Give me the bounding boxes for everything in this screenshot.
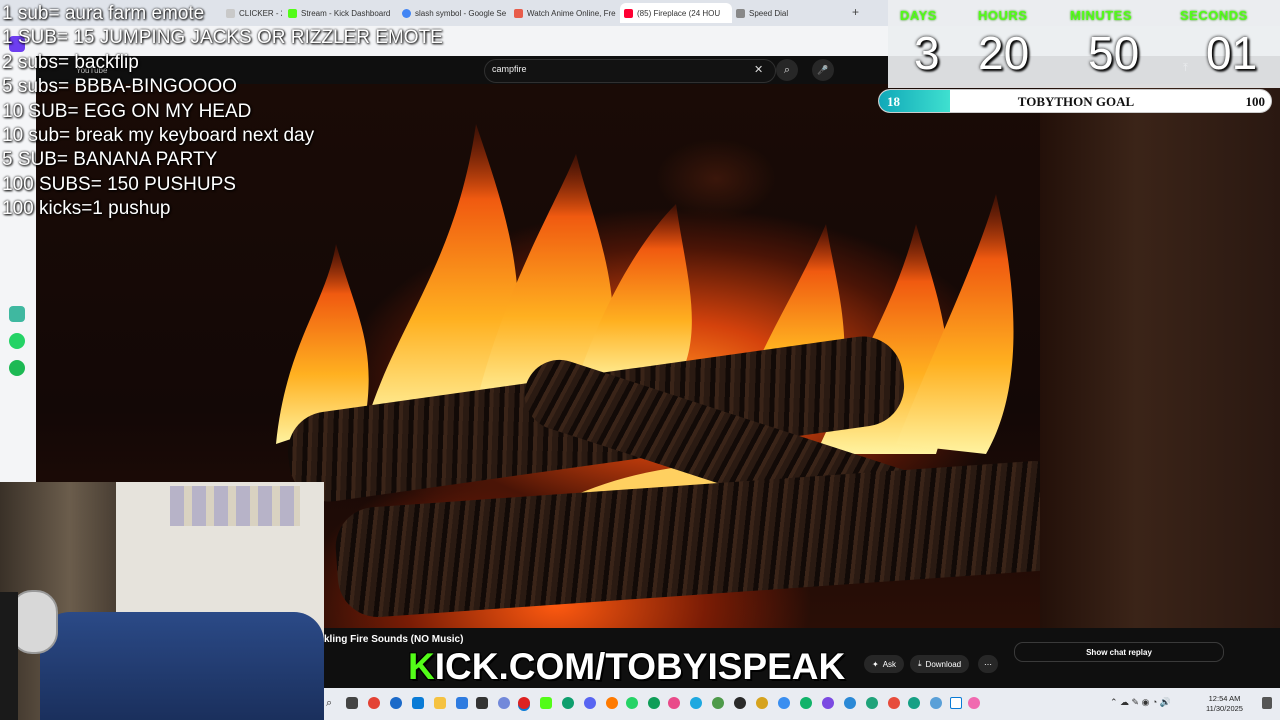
- goal-title: TOBYTHON GOAL: [1017, 94, 1135, 109]
- app-taskbar-icon-16[interactable]: [908, 697, 920, 709]
- app-taskbar-icon-5[interactable]: [668, 697, 680, 709]
- webcam-posters: [170, 486, 300, 526]
- webcam-chair: [0, 592, 18, 720]
- goal-current-value: 18: [887, 94, 900, 109]
- app-taskbar-icon-18[interactable]: [950, 697, 962, 709]
- steam-taskbar-icon[interactable]: [390, 697, 402, 709]
- video-title: kling Fire Sounds (NO Music): [324, 634, 464, 645]
- more-actions-button[interactable]: ⋯: [978, 655, 998, 673]
- new-tab-button[interactable]: +: [852, 5, 859, 19]
- show-chat-replay-button[interactable]: Show chat replay: [1014, 642, 1224, 662]
- sub-goal-item: 100 SUBS= 150 PUSHUPS: [2, 173, 236, 195]
- spotify-icon[interactable]: [9, 360, 25, 376]
- countdown-days-value: 3: [914, 27, 940, 79]
- tab-anime[interactable]: Watch Anime Online, Fre: [514, 3, 618, 23]
- explorer-taskbar-icon[interactable]: [434, 697, 446, 709]
- clear-search-icon[interactable]: ✕: [754, 63, 763, 76]
- search-icon: ⌕: [783, 63, 791, 76]
- sub-goal-item: 2 subs= backflip: [2, 51, 139, 73]
- app-taskbar-icon-6[interactable]: [690, 697, 702, 709]
- countdown-days-label: DAYS: [900, 8, 937, 23]
- countdown-minutes-label: MINUTES: [1070, 8, 1132, 23]
- edge-taskbar-icon[interactable]: [412, 697, 424, 709]
- sub-goal-item: 5 subs= BBBA-BINGOOOO: [2, 76, 237, 98]
- countdown-hours-value: 20: [978, 27, 1030, 79]
- app-taskbar-icon-3[interactable]: [606, 697, 618, 709]
- store-taskbar-icon[interactable]: [456, 697, 468, 709]
- chatgpt-icon[interactable]: [9, 306, 25, 322]
- search-taskbar-icon[interactable]: ⌕: [326, 697, 338, 709]
- tab-speed-dial[interactable]: Speed Dial: [736, 3, 816, 23]
- sub-goal-item: 1 sub= aura farm emote: [2, 3, 205, 24]
- speed-dial-favicon-icon: [736, 8, 745, 18]
- app-taskbar-icon-11[interactable]: [800, 697, 812, 709]
- app-taskbar-icon-13[interactable]: [844, 697, 856, 709]
- whatsapp-taskbar-icon[interactable]: [626, 697, 638, 709]
- opera-taskbar-icon[interactable]: [518, 697, 530, 709]
- search-input[interactable]: [484, 59, 776, 83]
- sub-goal-item: 1 SUB= 15 JUMPING JACKS OR RIZZLER EMOTE: [2, 27, 443, 49]
- search-input-value: campfire: [492, 64, 527, 74]
- kick-url-text: ICK.COM/TOBYISPEAK: [434, 646, 846, 687]
- task-view-icon[interactable]: [346, 697, 358, 709]
- app-taskbar-icon-10[interactable]: [778, 697, 790, 709]
- ask-button[interactable]: ✦ Ask: [864, 655, 905, 673]
- search-button[interactable]: ⌕: [776, 59, 798, 81]
- app-taskbar-icon-7[interactable]: [712, 697, 724, 709]
- app-taskbar-icon-8[interactable]: [734, 697, 746, 709]
- fireplace-frame: [1040, 84, 1280, 628]
- kick-k-letter: K: [408, 646, 435, 687]
- mic-icon: 🎤: [817, 64, 829, 75]
- notification-icon[interactable]: [1262, 697, 1272, 709]
- countdown-hours-label: HOURS: [978, 8, 1028, 23]
- app-taskbar-icon-9[interactable]: [756, 697, 768, 709]
- youtube-favicon-icon: [624, 8, 633, 18]
- app-taskbar-icon-2[interactable]: [584, 697, 596, 709]
- webcam-bed: [40, 612, 324, 720]
- system-tray-icons[interactable]: ⌃ ☁ ✎ ◉ ◔ 🔊: [1110, 697, 1171, 708]
- countdown-seconds-value: 01: [1206, 27, 1258, 79]
- app-taskbar-icon-12[interactable]: [822, 697, 834, 709]
- discord-taskbar-icon[interactable]: [498, 697, 510, 709]
- taskbar-clock[interactable]: 12:54 AM 11/30/2025: [1206, 694, 1243, 714]
- chrome-taskbar-icon[interactable]: [368, 697, 380, 709]
- webcam-feed: [0, 482, 324, 720]
- sub-goal-item: 10 sub= break my keyboard next day: [2, 125, 315, 147]
- countdown-minutes-value: 50: [1088, 27, 1140, 79]
- tobython-goal-bar: TOBYTHON GOAL 18 100: [878, 89, 1272, 113]
- tab-fireplace[interactable]: (85) Fireplace (24 HOU: [620, 3, 732, 23]
- kick-url-overlay: KICK.COM/TOBYISPEAK: [408, 646, 845, 688]
- terminal-taskbar-icon[interactable]: [476, 697, 488, 709]
- app-taskbar-icon-14[interactable]: [866, 697, 878, 709]
- download-icon: ⤓: [918, 659, 922, 668]
- sparkle-icon: ✦: [872, 659, 879, 669]
- sub-goals-list: 1 sub= aura farm emote 1 SUB= 15 JUMPING …: [2, 2, 443, 222]
- app-taskbar-icon-1[interactable]: [562, 697, 574, 709]
- sub-goal-item: 5 SUB= BANANA PARTY: [2, 149, 218, 171]
- countdown-seconds-label: SECONDS: [1180, 8, 1248, 23]
- app-taskbar-icon-17[interactable]: [930, 697, 942, 709]
- app-taskbar-icon-4[interactable]: [648, 697, 660, 709]
- voice-search-button[interactable]: 🎤: [812, 59, 834, 81]
- anime-favicon-icon: [514, 8, 523, 18]
- app-taskbar-icon-15[interactable]: [888, 697, 900, 709]
- whatsapp-icon[interactable]: [9, 333, 25, 349]
- sub-goal-item: 10 SUB= EGG ON MY HEAD: [2, 100, 252, 122]
- subathon-countdown: DAYS HOURS MINUTES SECONDS 3 20 50 01: [888, 0, 1280, 88]
- download-button[interactable]: ⤓ Download: [910, 655, 970, 673]
- app-taskbar-icon-19[interactable]: [968, 697, 980, 709]
- goal-max-value: 100: [1245, 94, 1266, 109]
- sub-goal-item: 100 kicks=1 pushup: [2, 198, 171, 220]
- kick-taskbar-icon[interactable]: [540, 697, 552, 709]
